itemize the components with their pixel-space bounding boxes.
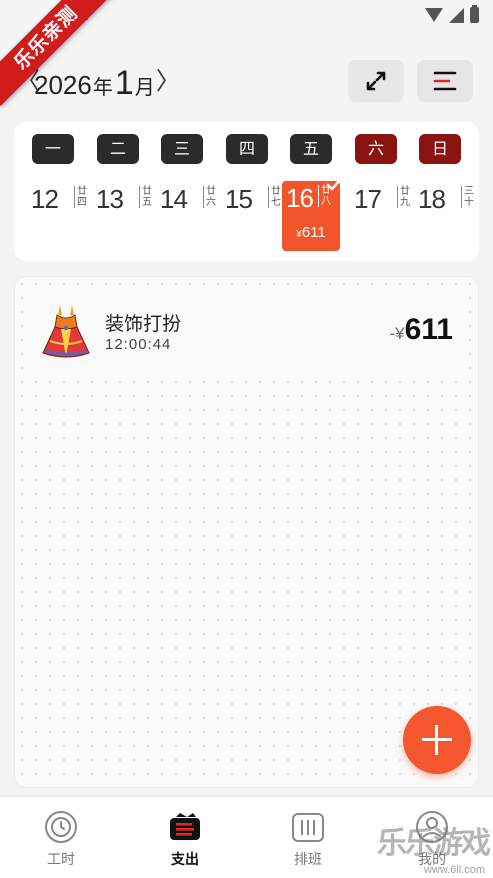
lunar-date: 三十 — [461, 186, 474, 208]
lunar-date: 廿五 — [139, 186, 152, 208]
lunar-date: 廿九 — [397, 186, 410, 208]
weekday-fri: 五 — [290, 134, 332, 164]
date-cell[interactable]: 13 廿五 — [92, 182, 152, 252]
weekday-row: 一 二 三 四 五 六 日 — [14, 134, 479, 166]
expense-category: 装饰打扮 — [105, 313, 182, 335]
month-header: 〈 2026 年 1 月 〉 — [0, 56, 493, 106]
amount-prefix: -¥ — [389, 324, 405, 343]
schedule-icon — [292, 813, 324, 842]
date-cell[interactable]: 17 廿九 — [350, 182, 410, 252]
month-text: 1 — [114, 64, 134, 102]
watermark-text: 乐乐游戏 — [377, 826, 491, 861]
expense-list-item[interactable]: 装饰打扮 12:00:44 -¥ 611 — [27, 291, 467, 369]
sort-lines-icon — [433, 71, 457, 91]
nav-label: 工时 — [47, 852, 75, 868]
sort-button[interactable] — [417, 60, 473, 102]
nav-tab-schedule[interactable]: 排班 — [268, 809, 348, 871]
expense-list[interactable]: 装饰打扮 12:00:44 -¥ 611 — [14, 276, 479, 788]
clock-icon — [45, 811, 77, 843]
dress-icon — [42, 305, 90, 358]
week-strip: 一 二 三 四 五 六 日 12 廿四 13 廿五 14 廿六 15 廿七 16… — [14, 122, 479, 261]
date-number: 18 — [418, 184, 446, 214]
date-cell[interactable]: 15 廿七 — [221, 182, 281, 252]
weekday-sat: 六 — [355, 134, 397, 164]
date-number: 15 — [225, 184, 253, 214]
month-title[interactable]: 2026 年 1 月 — [34, 64, 155, 103]
nav-label: 支出 — [171, 852, 199, 868]
nav-label: 排班 — [294, 852, 322, 868]
signal-icon — [449, 7, 464, 23]
nav-tab-work-hours[interactable]: 工时 — [21, 809, 101, 871]
expand-button[interactable] — [348, 60, 404, 102]
weekday-tue: 二 — [97, 134, 139, 164]
year-text: 2026 — [34, 70, 92, 100]
expense-amount: -¥ 611 — [389, 313, 453, 347]
amount-value: 611 — [404, 313, 453, 346]
year-suffix: 年 — [92, 77, 113, 99]
lunar-date: 廿六 — [203, 186, 216, 208]
day-total-value: 611 — [301, 224, 326, 241]
weekday-sun: 日 — [419, 134, 461, 164]
next-month-button[interactable]: 〉 — [156, 68, 180, 96]
date-number: 17 — [354, 184, 382, 214]
watermark-url: www.6ll.com — [423, 864, 485, 876]
date-number: 16 — [286, 183, 314, 213]
date-cell-selected[interactable]: 16 廿八 ¥611 — [282, 178, 342, 251]
wallet-icon — [170, 813, 200, 840]
date-number: 12 — [31, 184, 59, 214]
lunar-date: 廿四 — [74, 186, 87, 208]
check-icon — [326, 178, 342, 191]
weekday-thu: 四 — [226, 134, 268, 164]
corner-watermark: 乐乐游戏 www.6ll.com — [373, 820, 493, 878]
weekday-mon: 一 — [32, 134, 74, 164]
status-icons — [425, 5, 479, 23]
date-cell[interactable]: 12 廿四 — [27, 182, 87, 252]
add-expense-button[interactable] — [403, 706, 471, 774]
month-suffix: 月 — [134, 77, 155, 99]
date-number: 14 — [160, 184, 188, 214]
nav-tab-expense[interactable]: 支出 — [145, 809, 225, 871]
lunar-date: 廿七 — [268, 186, 281, 208]
date-cell[interactable]: 14 廿六 — [156, 182, 216, 252]
date-number: 13 — [96, 184, 124, 214]
expand-arrows-icon — [366, 71, 386, 91]
wifi-icon — [425, 8, 443, 22]
weekday-wed: 三 — [161, 134, 203, 164]
day-total: ¥611 — [282, 224, 340, 241]
date-cell[interactable]: 18 三十 — [414, 182, 474, 252]
battery-icon — [470, 5, 479, 23]
expense-time: 12:00:44 — [105, 336, 172, 353]
